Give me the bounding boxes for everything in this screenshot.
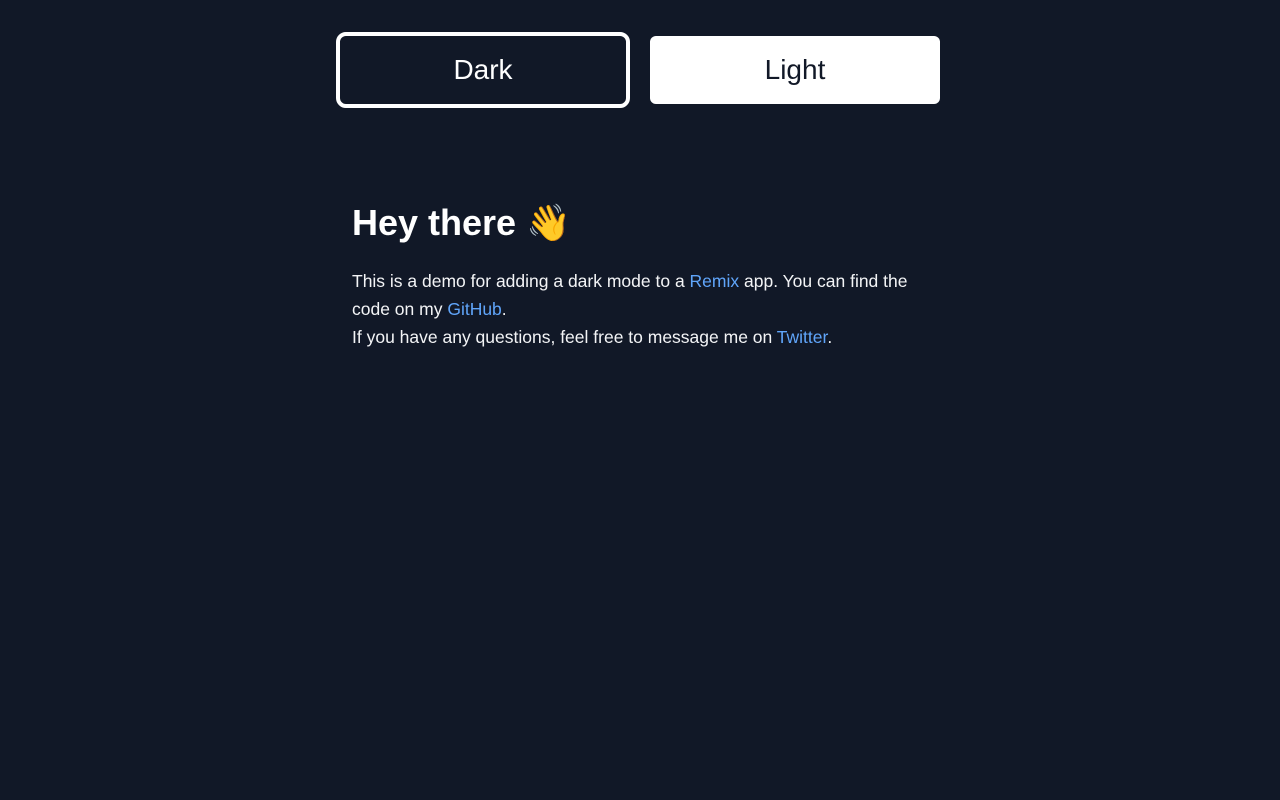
dark-theme-button[interactable]: Dark bbox=[336, 32, 630, 108]
page: Dark Light Hey there 👋 This is a demo fo… bbox=[0, 0, 1280, 800]
intro-text: This is a demo for adding a dark mode to… bbox=[352, 271, 690, 291]
intro-period: . bbox=[501, 299, 507, 319]
main-content: Hey there 👋 This is a demo for adding a … bbox=[352, 196, 942, 351]
intro-paragraph: This is a demo for adding a dark mode to… bbox=[352, 267, 942, 323]
contact-text: If you have any questions, feel free to … bbox=[352, 327, 777, 347]
remix-link[interactable]: Remix bbox=[690, 271, 740, 291]
heading-text: Hey there bbox=[352, 202, 517, 243]
page-heading: Hey there 👋 bbox=[352, 196, 942, 251]
github-link[interactable]: GitHub bbox=[447, 299, 501, 319]
waving-hand-icon: 👋 bbox=[526, 203, 571, 244]
contact-period: . bbox=[827, 327, 833, 347]
light-theme-button[interactable]: Light bbox=[650, 36, 940, 104]
contact-paragraph: If you have any questions, feel free to … bbox=[352, 323, 942, 351]
theme-toggle: Dark Light bbox=[336, 32, 940, 108]
twitter-link[interactable]: Twitter bbox=[777, 327, 828, 347]
